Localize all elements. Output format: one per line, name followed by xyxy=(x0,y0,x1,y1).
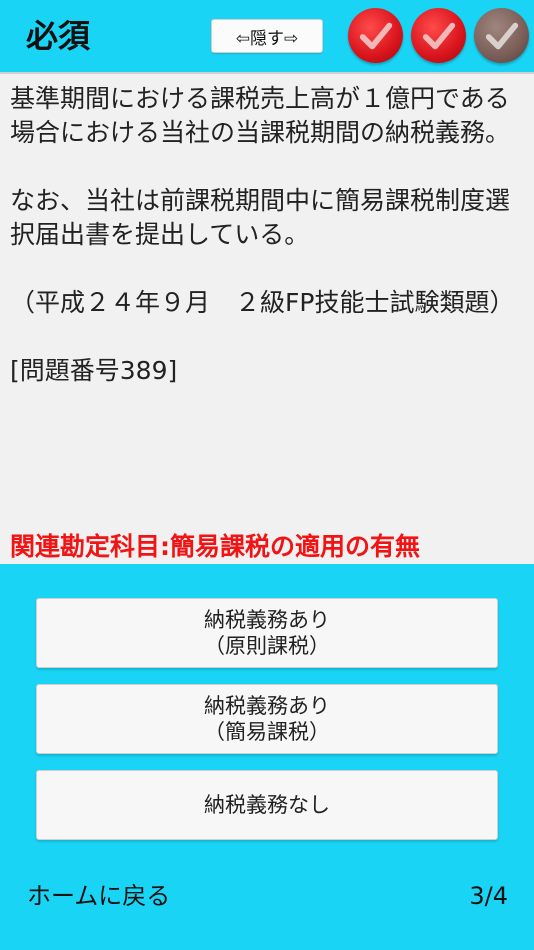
question-panel: 基準期間における課税売上高が１億円である場合における当社の当課税期間の納税義務。… xyxy=(0,72,534,564)
answer-label: 納税義務あり xyxy=(204,608,330,632)
answer-button-1[interactable]: 納税義務あり （原則課税） xyxy=(36,598,498,668)
answer-sublabel: （簡易課税） xyxy=(204,720,330,744)
question-text: 基準期間における課税売上高が１億円である場合における当社の当課税期間の納税義務。… xyxy=(10,84,515,385)
related-subject: 関連勘定科目:簡易課税の適用の有無 xyxy=(10,532,420,561)
page-indicator: 3/4 xyxy=(469,882,508,910)
answer-label: 納税義務あり xyxy=(204,694,330,718)
answer-button-3[interactable]: 納税義務なし xyxy=(36,770,498,840)
progress-checks xyxy=(348,8,529,63)
check-icon xyxy=(411,8,466,63)
answer-sublabel: （原則課税） xyxy=(204,634,330,658)
page-title: 必須 xyxy=(26,17,91,55)
answer-button-2[interactable]: 納税義務あり （簡易課税） xyxy=(36,684,498,754)
hide-button[interactable]: ⇦隠す⇨ xyxy=(211,19,323,53)
check-icon xyxy=(474,8,529,63)
check-icon xyxy=(348,8,403,63)
answer-label: 納税義務なし xyxy=(204,793,330,817)
home-link[interactable]: ホームに戻る xyxy=(27,878,170,914)
